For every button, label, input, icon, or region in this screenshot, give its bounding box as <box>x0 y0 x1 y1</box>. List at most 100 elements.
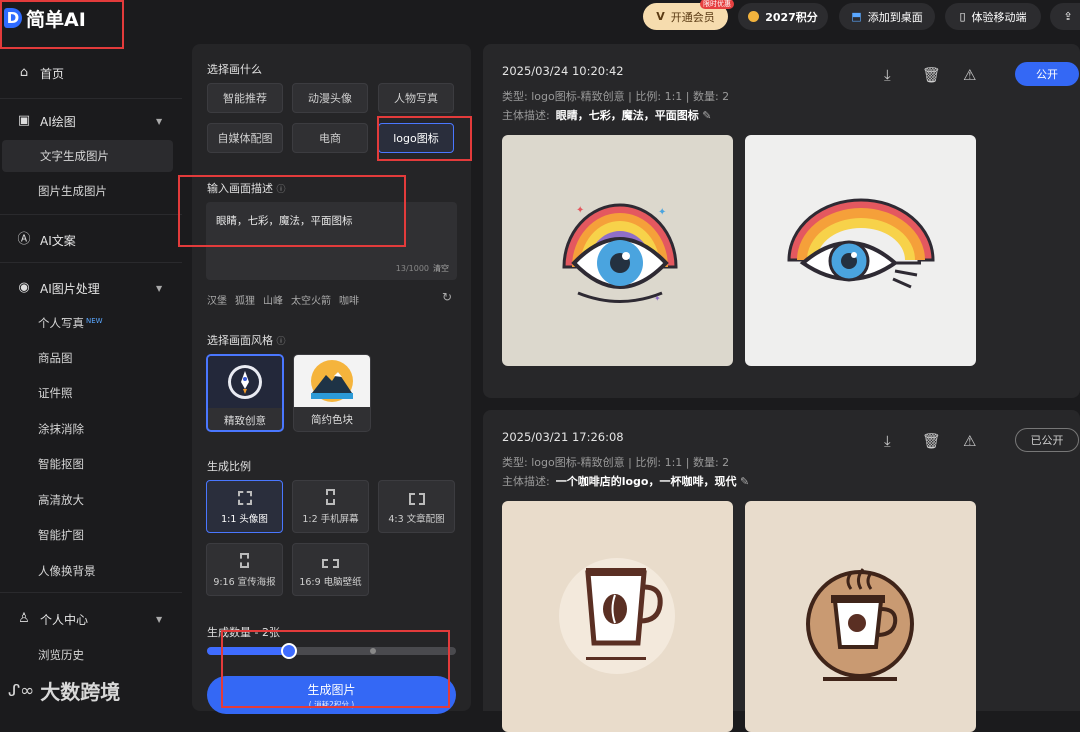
chevron-down-icon: ▼ <box>156 283 163 293</box>
result-image[interactable] <box>745 135 976 366</box>
result-date: 2025/03/21 17:26:08 <box>502 430 624 444</box>
sidebar-item-label: AI图片处理 <box>40 281 100 296</box>
watermark-text: 大数跨境 <box>40 680 121 704</box>
sidebar-item-upscale[interactable]: 高清放大 <box>0 484 182 516</box>
sidebar-item-ai-copy[interactable]: Ⓐ AI文案 <box>0 223 182 257</box>
style-card-simple[interactable]: 简约色块 <box>293 354 371 432</box>
download-icon[interactable]: ⤓ <box>884 66 891 84</box>
sidebar-item-portrait[interactable]: 个人写真 NEW <box>0 307 182 339</box>
svg-text:✦: ✦ <box>654 294 661 303</box>
style-label: 精致创意 <box>224 414 266 427</box>
category-chip[interactable]: 人物写真 <box>378 83 454 113</box>
warning-icon[interactable]: ⚠ <box>963 66 976 84</box>
ratio-option-1-2[interactable]: 1:2 手机屏幕 <box>292 480 369 533</box>
result-date: 2025/03/24 10:20:42 <box>502 64 624 78</box>
sidebar-item-id-photo[interactable]: 证件照 <box>0 377 182 409</box>
result-meta: 类型: logo图标-精致创意 | 比例: 1:1 | 数量: 2 <box>502 90 730 103</box>
ratio-option-9-16[interactable]: 9:16 宣传海报 <box>206 543 283 596</box>
choose-title: 选择画什么 <box>207 63 262 76</box>
clear-button[interactable]: 清空 <box>433 264 449 273</box>
vip-label: 开通会员 <box>670 10 715 24</box>
result-card: 2025/03/21 17:26:08 ⤓ 🗑 ⚠ 已公开 类型: logo图标… <box>483 410 1080 732</box>
watermark: ᔑ∞ 大数跨境 <box>8 676 120 705</box>
ai-copy-icon: Ⓐ <box>17 232 31 247</box>
result-image[interactable] <box>745 501 976 732</box>
highlight-logo-box <box>0 0 124 49</box>
eye-logo-image <box>787 198 935 289</box>
public-button[interactable]: 已公开 <box>1015 428 1079 452</box>
upload-button[interactable]: ⇪ <box>1050 3 1080 30</box>
char-counter: 13/1000 清空 <box>395 264 449 273</box>
ratio-option-1-1[interactable]: 1:1 头像图 <box>206 480 283 533</box>
sidebar-item-label: 智能抠图 <box>38 457 84 471</box>
suggestion-tag[interactable]: 太空火箭 <box>291 292 331 307</box>
public-button[interactable]: 公开 <box>1015 62 1079 86</box>
ratio-option-4-3[interactable]: 4:3 文章配图 <box>378 480 455 533</box>
sidebar-item-label: 图片生成图片 <box>38 184 107 198</box>
mobile-button[interactable]: ▯ 体验移动端 <box>945 3 1041 30</box>
style-title: 选择画面风格 ⓘ <box>207 334 286 347</box>
sidebar-item-label: 文字生成图片 <box>40 149 109 163</box>
highlight-category-box <box>377 116 472 161</box>
points-button[interactable]: 2027积分 <box>738 3 828 30</box>
svg-text:✦: ✦ <box>576 205 584 216</box>
sidebar-item-text-to-image[interactable]: 文字生成图片 <box>2 140 173 172</box>
ratio-option-16-9[interactable]: 16:9 电脑壁纸 <box>292 543 369 596</box>
style-card-refined[interactable]: 精致创意 <box>206 354 284 432</box>
sidebar-item-ai-drawing[interactable]: ▣ AI绘图 ▼ <box>0 104 182 138</box>
sidebar-item-label: 商品图 <box>38 351 73 365</box>
vip-button[interactable]: V 开通会员 限时优惠 <box>643 0 734 30</box>
sidebar-item-erase[interactable]: 涂抹消除 <box>0 413 182 445</box>
sidebar-item-personal-center[interactable]: ♙ 个人中心 ▼ <box>0 602 182 636</box>
category-chip[interactable]: 自媒体配图 <box>207 123 283 153</box>
suggestion-tag[interactable]: 山峰 <box>263 292 283 307</box>
sidebar-item-label: 高清放大 <box>38 493 84 507</box>
coffee-logo-image <box>806 568 914 681</box>
sidebar-item-home[interactable]: ⌂ 首页 <box>0 56 182 90</box>
sidebar-item-image-to-image[interactable]: 图片生成图片 <box>0 175 182 207</box>
svg-text:✦: ✦ <box>658 207 666 218</box>
chevron-down-icon: ▼ <box>156 116 163 126</box>
edit-icon[interactable]: ✎ <box>740 475 749 488</box>
sidebar-item-label: 智能扩图 <box>38 528 84 542</box>
warning-icon[interactable]: ⚠ <box>963 432 976 450</box>
category-chip[interactable]: 智能推荐 <box>207 83 283 113</box>
result-card: 2025/03/24 10:20:42 ⤓ 🗑 ⚠ 公开 类型: logo图标-… <box>483 44 1080 398</box>
highlight-desc-box <box>178 175 406 247</box>
sidebar-item-label: 浏览历史 <box>38 648 84 662</box>
sidebar-item-cutout[interactable]: 智能抠图 <box>0 448 182 480</box>
download-icon[interactable]: ⤓ <box>884 432 891 450</box>
palette-icon: ◉ <box>18 280 30 295</box>
result-meta: 类型: logo图标-精致创意 | 比例: 1:1 | 数量: 2 <box>502 456 730 469</box>
sidebar-item-ai-image-proc[interactable]: ◉ AI图片处理 ▼ <box>0 271 182 305</box>
add-to-desktop-button[interactable]: ⬒ 添加到桌面 <box>839 3 935 30</box>
desktop-icon: ⬒ <box>851 10 862 23</box>
sidebar-item-history[interactable]: 浏览历史 <box>0 639 182 671</box>
mountain-icon <box>294 355 370 407</box>
suggestion-tag[interactable]: 咖啡 <box>339 292 359 307</box>
result-image[interactable]: ✦ ✦ ✦ <box>502 135 733 366</box>
refresh-icon[interactable]: ↻ <box>442 290 452 304</box>
help-icon: ⓘ <box>276 337 286 347</box>
edit-icon[interactable]: ✎ <box>702 109 711 122</box>
suggestion-tag[interactable]: 汉堡 <box>207 292 227 307</box>
mobile-label: 体验移动端 <box>971 10 1027 24</box>
result-desc: 主体描述: 一个咖啡店的logo，一杯咖啡，现代 ✎ <box>502 475 750 488</box>
category-chip[interactable]: 电商 <box>292 123 368 153</box>
suggestion-tags: 汉堡 狐狸 山峰 太空火箭 咖啡 <box>207 292 359 307</box>
coin-icon <box>748 11 760 22</box>
sidebar-item-product[interactable]: 商品图 <box>0 342 182 374</box>
desktop-label: 添加到桌面 <box>867 10 923 24</box>
sidebar-item-expand[interactable]: 智能扩图 <box>0 519 182 551</box>
new-badge: NEW <box>86 317 103 325</box>
result-image[interactable] <box>502 501 733 732</box>
delete-icon[interactable]: 🗑 <box>922 66 941 84</box>
delete-icon[interactable]: 🗑 <box>922 432 941 450</box>
points-label: 2027积分 <box>765 10 818 24</box>
sidebar-item-label: 首页 <box>40 66 65 81</box>
sidebar-item-bg-swap[interactable]: 人像换背景 <box>0 555 182 587</box>
ratio-title: 生成比例 <box>207 460 251 473</box>
rocket-icon <box>208 356 282 408</box>
suggestion-tag[interactable]: 狐狸 <box>235 292 255 307</box>
category-chip[interactable]: 动漫头像 <box>292 83 368 113</box>
